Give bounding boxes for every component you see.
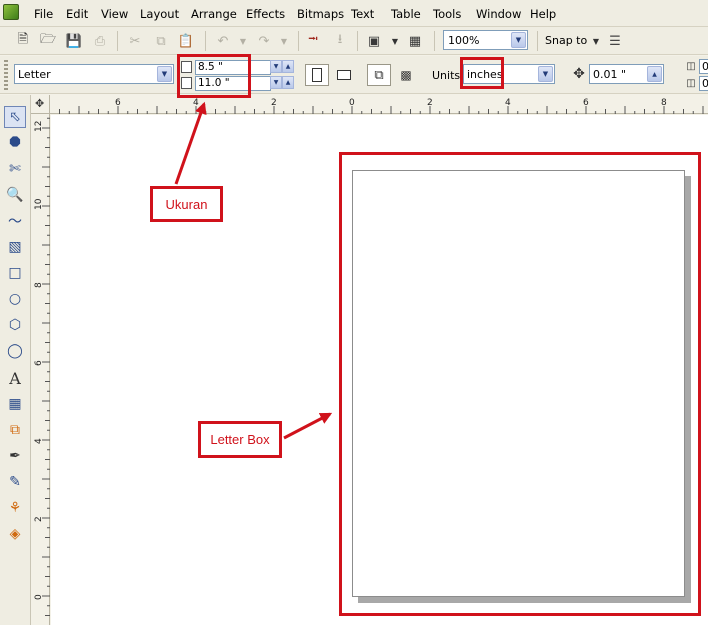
page-arrow [283,412,333,440]
annotation-arrows [174,101,333,440]
size-arrow [174,101,207,185]
